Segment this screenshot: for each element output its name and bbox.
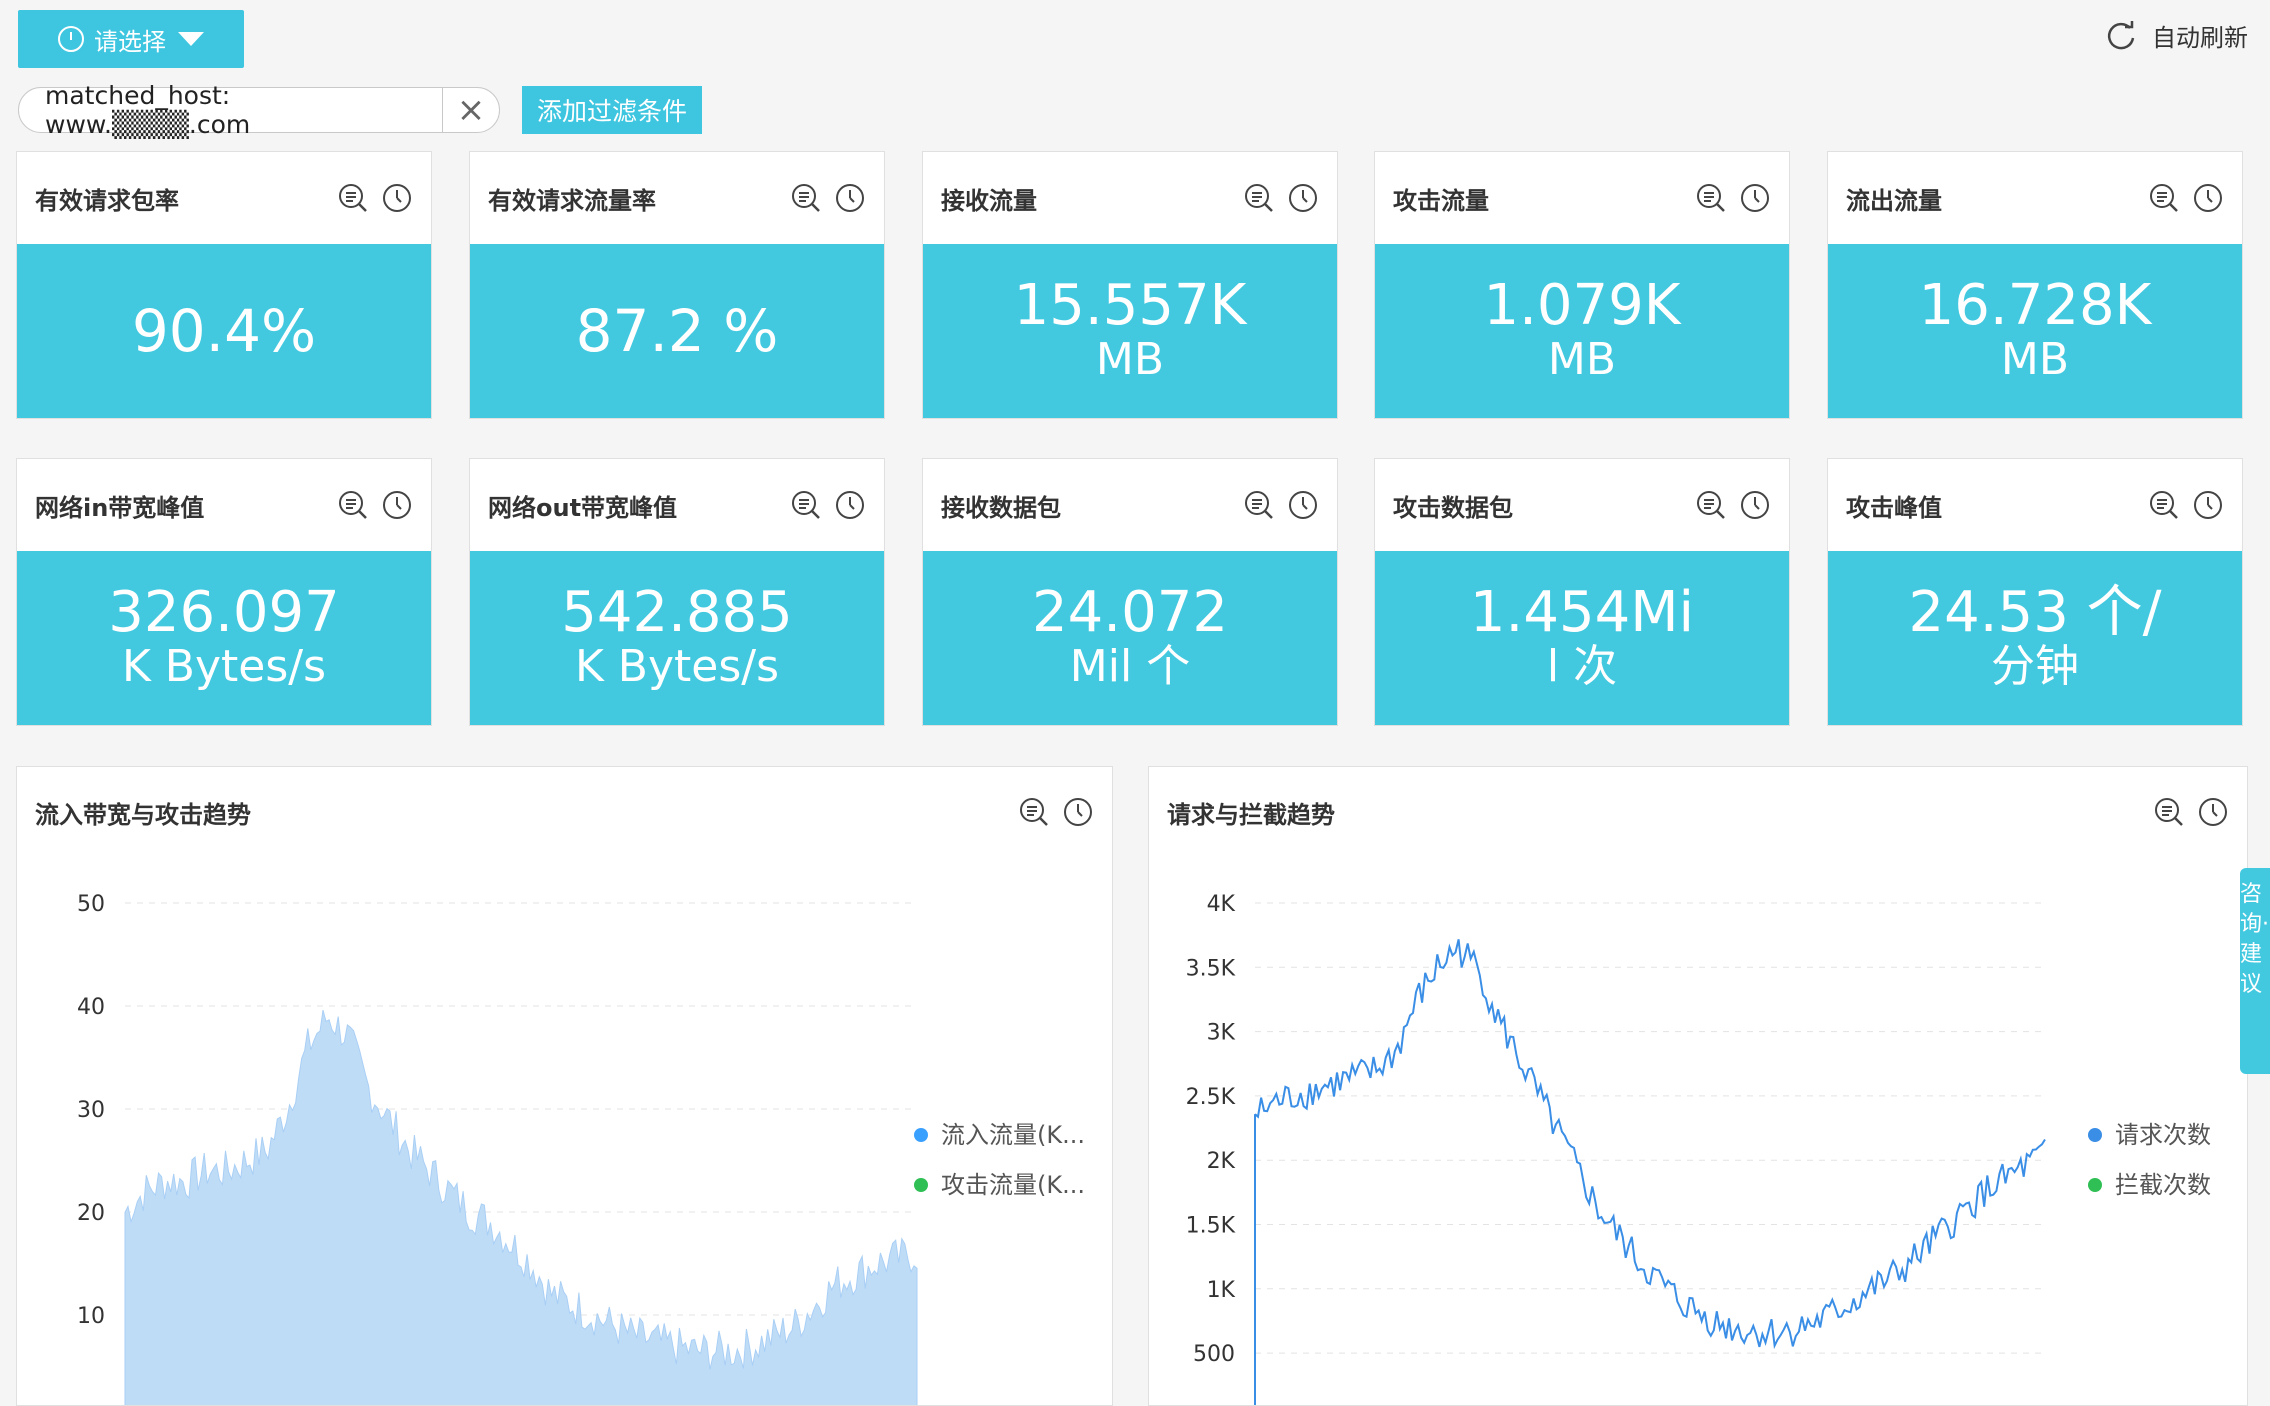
y-tick-label: 10 — [77, 1304, 105, 1329]
close-icon[interactable]: × — [443, 87, 499, 133]
legend-label[interactable]: 请求次数 — [2115, 1121, 2211, 1149]
y-tick-label: 4K — [1207, 892, 1236, 917]
filter-tag: matched_host: www.▒▒▒▒.com × — [18, 81, 500, 139]
query-detail-icon[interactable] — [1243, 182, 1275, 214]
caret-down-icon — [178, 32, 204, 46]
query-detail-icon[interactable] — [2148, 489, 2180, 521]
query-detail-icon[interactable] — [1695, 182, 1727, 214]
request-block-chart: 4K 3.5K 3K 2.5K 2K 1.5K 1K 500 请求次数拦截次数 — [1186, 892, 2211, 1405]
stat-card: 攻击流量 1.079K MB — [1374, 151, 1790, 419]
stat-card: 流出流量 16.728K MB — [1827, 151, 2243, 419]
y-tick-label: 20 — [77, 1201, 105, 1226]
query-detail-icon[interactable] — [1243, 489, 1275, 521]
y-tick-label: 1.5K — [1186, 1214, 1236, 1239]
stat-card: 攻击数据包 1.454Mi l 次 — [1374, 458, 1790, 726]
stat-card-title: 网络in带宽峰值 — [35, 493, 205, 522]
y-tick-label: 40 — [77, 995, 105, 1020]
stat-card-title: 接收流量 — [941, 186, 1037, 215]
stat-card: 有效请求流量率 87.2 % — [469, 151, 885, 419]
add-filter-button[interactable]: 添加过滤条件 — [522, 86, 702, 134]
stat-card-unit: MB — [1547, 334, 1617, 385]
legend-marker — [914, 1178, 928, 1192]
y-tick-label: 50 — [77, 892, 105, 917]
clock-icon[interactable] — [381, 489, 413, 521]
y-tick-label: 1K — [1207, 1278, 1236, 1303]
stat-card-unit: MB — [2000, 334, 2070, 385]
stat-card-unit: 分钟 — [1991, 641, 2079, 692]
stat-card-title: 有效请求包率 — [35, 186, 179, 215]
inbound-bandwidth-chart-panel: 流入带宽与攻击趋势 50 40 30 20 10 流入流量(K... 攻击流量(K... — [16, 766, 1113, 1406]
clock-icon[interactable] — [1739, 489, 1771, 521]
stat-card-title: 攻击峰值 — [1846, 493, 1942, 522]
series-line — [1254, 939, 2046, 1350]
series-area — [124, 1009, 918, 1405]
clock-icon[interactable] — [2192, 489, 2224, 521]
clock-icon[interactable] — [381, 182, 413, 214]
stat-card-title: 流出流量 — [1846, 186, 1942, 215]
clock-icon — [58, 26, 84, 52]
y-tick-label: 30 — [77, 1098, 105, 1123]
stat-card-unit: Mil 个 — [1069, 641, 1191, 692]
stat-card-value: 24.53 个/ — [1908, 580, 2162, 645]
stat-card-title: 攻击数据包 — [1393, 493, 1513, 522]
legend-label[interactable]: 拦截次数 — [2115, 1171, 2211, 1199]
stat-card-title: 接收数据包 — [941, 493, 1061, 522]
stat-card-title: 网络out带宽峰值 — [488, 493, 678, 522]
stat-card-title: 攻击流量 — [1393, 186, 1489, 215]
legend-label[interactable]: 攻击流量(K... — [941, 1171, 1085, 1199]
feedback-tab[interactable]: 咨询·建议 — [2240, 868, 2270, 1074]
stat-card: 有效请求包率 90.4% — [16, 151, 432, 419]
stat-card-unit: MB — [1095, 334, 1165, 385]
legend-marker — [2088, 1128, 2102, 1142]
stat-card-value: 1.454Mi — [1469, 580, 1695, 645]
stat-card: 接收数据包 24.072 Mil 个 — [922, 458, 1338, 726]
y-tick-label: 3.5K — [1186, 956, 1236, 981]
refresh-icon — [2107, 20, 2135, 49]
clock-icon[interactable] — [2192, 182, 2224, 214]
clock-icon[interactable] — [834, 182, 866, 214]
clock-icon[interactable] — [1287, 182, 1319, 214]
time-range-select[interactable]: 请选择 — [18, 10, 244, 68]
y-tick-label: 500 — [1193, 1342, 1235, 1367]
query-detail-icon[interactable] — [790, 182, 822, 214]
stat-card-value: 90.4% — [131, 297, 317, 365]
query-detail-icon[interactable] — [1695, 489, 1727, 521]
stat-card-unit: K Bytes/s — [121, 641, 327, 692]
query-detail-icon[interactable] — [337, 182, 369, 214]
query-detail-icon[interactable] — [790, 489, 822, 521]
stat-card-unit: K Bytes/s — [574, 641, 780, 692]
stat-card-value: 326.097 — [108, 580, 340, 645]
stat-card: 网络in带宽峰值 326.097 K Bytes/s — [16, 458, 432, 726]
y-tick-label: 2.5K — [1186, 1085, 1236, 1110]
query-detail-icon[interactable] — [2148, 182, 2180, 214]
y-tick-label: 2K — [1207, 1149, 1236, 1174]
time-range-select-label: 请选择 — [94, 27, 166, 56]
legend-label[interactable]: 流入流量(K... — [941, 1121, 1085, 1149]
stat-card-unit: l 次 — [1546, 641, 1618, 692]
request-block-chart-panel: 请求与拦截趋势 4K 3.5K 3K 2.5K 2K 1.5K 1K 500 请求次数 拦截次数 — [1148, 766, 2248, 1406]
stat-card-value: 1.079K — [1483, 273, 1681, 338]
stat-card: 接收流量 15.557K MB — [922, 151, 1338, 419]
auto-refresh-label: 自动刷新 — [2152, 24, 2248, 52]
stat-card-value: 16.728K — [1918, 273, 2152, 338]
stat-card-title: 有效请求流量率 — [488, 186, 656, 215]
legend-marker — [2088, 1178, 2102, 1192]
query-detail-icon[interactable] — [337, 489, 369, 521]
clock-icon[interactable] — [1287, 489, 1319, 521]
filter-tag-text: matched_host: www.▒▒▒▒.com — [45, 81, 251, 139]
stat-card: 网络out带宽峰值 542.885 K Bytes/s — [469, 458, 885, 726]
stat-card-value: 542.885 — [561, 580, 793, 645]
legend-marker — [914, 1128, 928, 1142]
stat-card-value: 24.072 — [1032, 580, 1228, 645]
clock-icon[interactable] — [834, 489, 866, 521]
stat-card-value: 15.557K — [1013, 273, 1247, 338]
stat-card-value: 87.2 % — [575, 297, 779, 365]
y-tick-label: 3K — [1207, 1021, 1236, 1046]
stat-card: 攻击峰值 24.53 个/分钟 — [1827, 458, 2243, 726]
inbound-bandwidth-chart: 50 40 30 20 10 流入流量(K... 攻击流量(K... — [77, 892, 1085, 1405]
clock-icon[interactable] — [1739, 182, 1771, 214]
auto-refresh-button[interactable]: 自动刷新 — [2104, 18, 2248, 53]
